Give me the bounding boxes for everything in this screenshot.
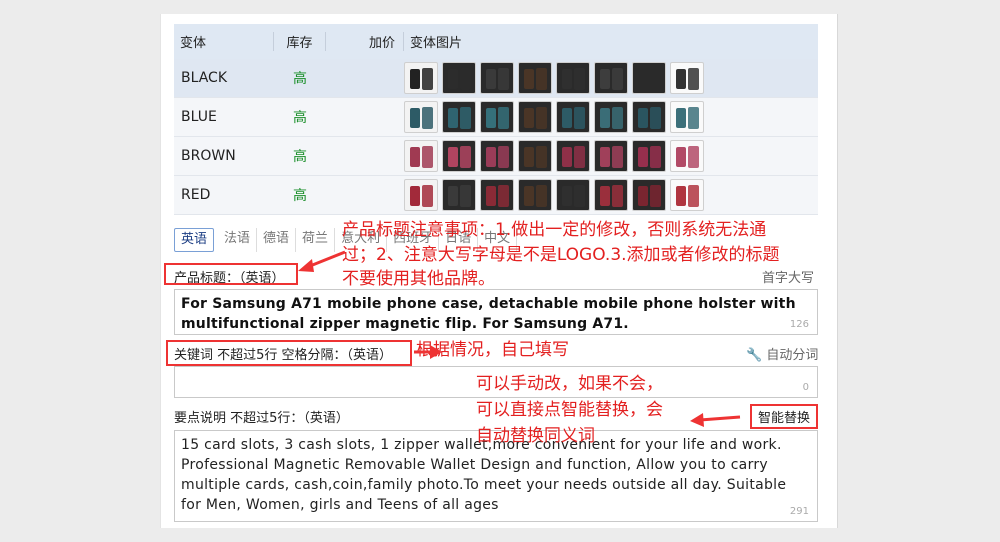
annotation-arrows (298, 250, 741, 427)
arrow-title (309, 250, 346, 268)
arrow-smart (699, 415, 741, 422)
